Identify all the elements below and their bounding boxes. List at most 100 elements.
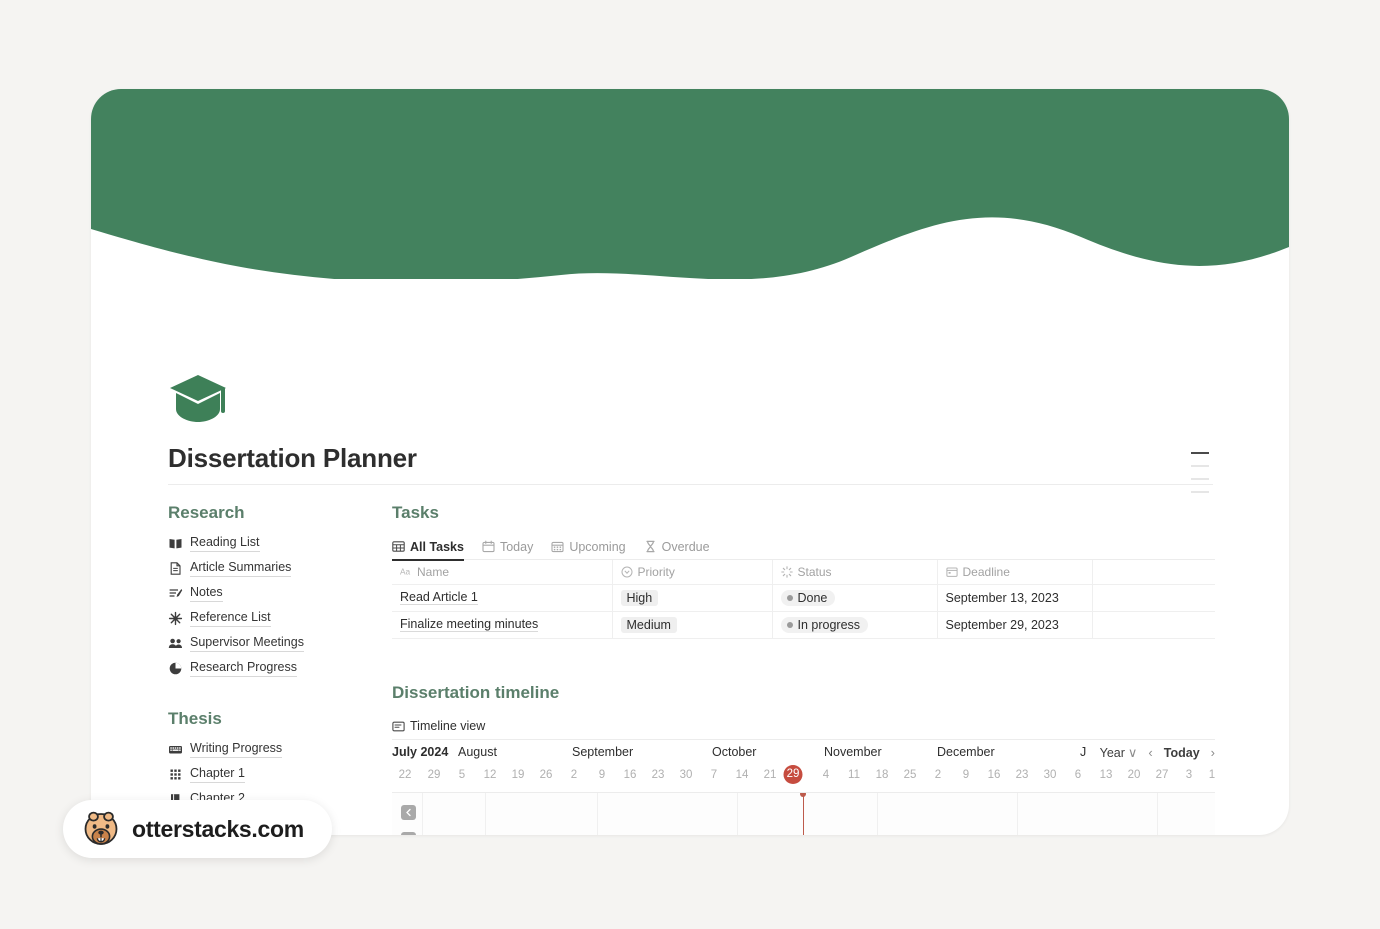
calendar-grid-icon [551, 540, 564, 553]
task-name-text: Finalize meeting minutes [400, 617, 539, 632]
tab-label: Upcoming [569, 539, 626, 554]
sidebar-item-notes[interactable]: Notes [168, 581, 383, 606]
timeline-day-tick: 12 [483, 768, 497, 781]
calendar-icon [482, 540, 495, 553]
timeline-block: Dissertation timeline Timeline view July… [392, 682, 1222, 835]
timeline-day-tick: 16 [987, 768, 1001, 781]
column-header-label: Deadline [962, 564, 1010, 579]
sidebar-item-label: Notes [190, 585, 223, 602]
timeline-day-tick: 20 [1127, 768, 1141, 781]
timeline-day-tick: 9 [598, 768, 606, 781]
sidebar-item-chapter-1[interactable]: Chapter 1 [168, 762, 383, 787]
sidebar-item-writing-progress[interactable]: Writing Progress [168, 737, 383, 762]
sidebar-item-reading-list[interactable]: Reading List [168, 531, 383, 556]
grid-dots-icon [168, 767, 183, 782]
timeline-today-line-head [800, 792, 806, 797]
column-header-name[interactable]: Aa Name [392, 560, 613, 585]
cell-status[interactable]: Done [772, 584, 938, 612]
timeline-month: September [572, 744, 634, 759]
header-wave-banner [91, 89, 1289, 279]
hourglass-icon [644, 540, 657, 553]
timeline-day-tick: 30 [1043, 768, 1057, 781]
main-content: Tasks All Tasks Today Upcoming Overdue A… [392, 503, 1222, 835]
cell-priority[interactable]: Medium [612, 611, 773, 639]
timeline-day-tick: 2 [934, 768, 942, 781]
sidebar-item-reference-list[interactable]: Reference List [168, 606, 383, 631]
sidebar-item-article-summaries[interactable]: Article Summaries [168, 556, 383, 581]
column-header-priority[interactable]: Priority [612, 560, 773, 585]
timeline-today-marker: 29 [783, 764, 803, 784]
timeline-next-button[interactable]: › [1211, 745, 1215, 760]
tab-timeline-view[interactable]: Timeline view [392, 713, 485, 739]
timeline-day-tick: 3 [1185, 768, 1193, 781]
collapse-left-icon[interactable] [401, 831, 416, 835]
deadline-text: September 29, 2023 [945, 617, 1059, 632]
cell-empty[interactable] [1092, 584, 1215, 612]
keyboard-icon [168, 742, 183, 757]
table-header-row: Aa Name Priority Status Deadline [392, 560, 1215, 585]
table-row[interactable]: Read Article 1 High Done September 13, 2… [392, 584, 1215, 612]
column-header-label: Priority [637, 564, 675, 579]
priority-chip: High [620, 589, 659, 606]
tab-overdue[interactable]: Overdue [644, 534, 710, 560]
cell-status[interactable]: In progress [772, 611, 938, 639]
status-badge: In progress [780, 616, 869, 633]
sidebar-list-research: Reading List Article Summaries Notes Ref… [168, 531, 383, 681]
timeline-today-button[interactable]: Today [1164, 746, 1200, 760]
svg-text:Aa: Aa [400, 567, 411, 577]
watermark-badge[interactable]: otterstacks.com [63, 800, 332, 858]
sidebar-item-label: Article Summaries [190, 560, 292, 577]
column-header-empty[interactable] [1092, 560, 1215, 585]
timeline-day-tick: 16 [623, 768, 637, 781]
title-divider [168, 484, 1213, 485]
timeline-day-tick: 4 [822, 768, 830, 781]
timeline-day-tick: 1 [1208, 768, 1216, 781]
cell-priority[interactable]: High [612, 584, 773, 612]
table-row[interactable]: Finalize meeting minutes Medium In progr… [392, 611, 1215, 639]
timeline-prev-button[interactable]: ‹ [1148, 745, 1152, 760]
sidebar-nav: Research Reading List Article Summaries … [168, 503, 383, 835]
tab-label: Today [499, 539, 534, 554]
app-card: Dissertation Planner Research Reading Li… [91, 89, 1289, 835]
timeline-day-tick: 13 [1099, 768, 1113, 781]
text-aa-icon: Aa [400, 566, 412, 578]
sidebar-item-label: Writing Progress [190, 741, 283, 758]
collapse-left-icon[interactable] [401, 804, 416, 820]
tab-label: All Tasks [410, 539, 464, 554]
timeline-zoom-select[interactable]: Year ∨ [1100, 745, 1138, 761]
timeline-heading: Dissertation timeline [392, 682, 560, 702]
otter-face-icon [84, 811, 118, 845]
timeline-view-icon [392, 720, 405, 733]
status-dot-icon [786, 621, 793, 628]
timeline-grid[interactable] [392, 791, 1215, 835]
tasks-table: Aa Name Priority Status Deadline Read Ar… [392, 560, 1215, 639]
note-pencil-icon [168, 586, 183, 601]
sidebar-item-supervisor-meetings[interactable]: Supervisor Meetings [168, 631, 383, 656]
cell-deadline[interactable]: September 29, 2023 [937, 611, 1093, 639]
cell-name[interactable]: Read Article 1 [392, 584, 613, 612]
date-icon [945, 566, 958, 578]
timeline-day-tick: 19 [511, 768, 525, 781]
deadline-text: September 13, 2023 [945, 590, 1059, 605]
cell-empty[interactable] [1092, 611, 1215, 639]
people-icon [168, 636, 183, 651]
chevron-down-icon: ∨ [1127, 744, 1138, 760]
tasks-block: Tasks All Tasks Today Upcoming Overdue A… [392, 503, 1222, 639]
column-header-label: Status [797, 564, 832, 579]
timeline-month: October [712, 744, 757, 759]
column-header-status[interactable]: Status [772, 560, 938, 585]
column-header-deadline[interactable]: Deadline [937, 560, 1093, 585]
cell-deadline[interactable]: September 13, 2023 [937, 584, 1093, 612]
tab-all-tasks[interactable]: All Tasks [392, 534, 464, 561]
timeline-month: August [458, 744, 497, 759]
timeline-zoom-label: Year [1099, 745, 1125, 760]
timeline-month: July 2024 [392, 744, 449, 759]
graduation-cap-icon [170, 375, 226, 422]
tab-upcoming[interactable]: Upcoming [551, 534, 626, 560]
timeline-month: December [937, 744, 995, 759]
page-width-handle[interactable] [1191, 452, 1209, 502]
timeline-day-tick: 5 [458, 768, 466, 781]
sidebar-item-research-progress[interactable]: Research Progress [168, 656, 383, 681]
cell-name[interactable]: Finalize meeting minutes [392, 611, 613, 639]
tab-today[interactable]: Today [482, 534, 533, 560]
